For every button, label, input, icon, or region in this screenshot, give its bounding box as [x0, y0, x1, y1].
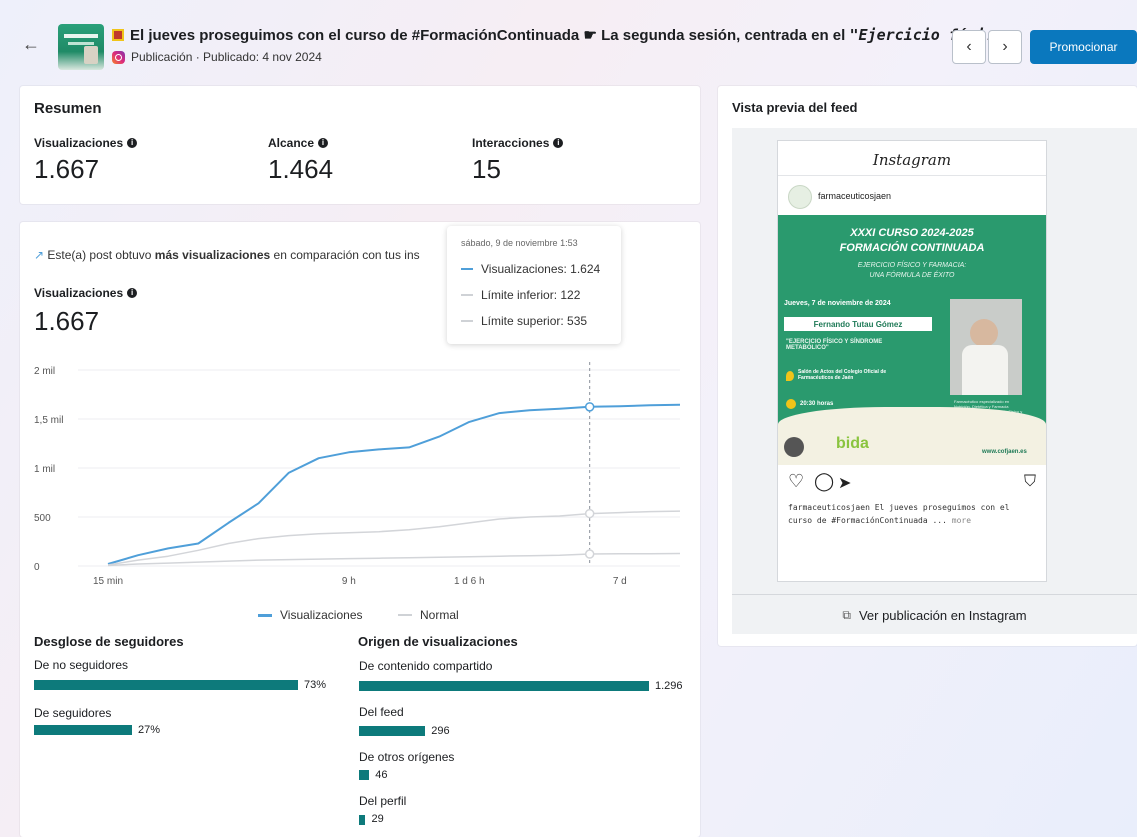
origin-value: 29	[371, 813, 384, 825]
origin-bar	[359, 770, 370, 780]
y-tick-label: 1 mil	[34, 464, 55, 475]
location-pin-icon	[786, 371, 794, 381]
origin-value: 46	[375, 769, 388, 781]
chart-tooltip: sábado, 9 de noviembre 1:53 Visualizacio…	[447, 226, 621, 344]
y-tick-label: 1,5 mil	[34, 415, 63, 426]
origin-label: De contenido compartido	[359, 659, 493, 673]
caption-account[interactable]: farmaceuticosjaen	[788, 503, 870, 512]
followers-value: 73%	[304, 679, 327, 691]
followers-bar	[34, 680, 298, 690]
followers-label: De seguidores	[34, 706, 112, 720]
preview-title: Vista previa del feed	[732, 100, 858, 115]
poster-date: Jueves, 7 de noviembre de 2024	[784, 300, 891, 307]
poster-title2: FORMACIÓN CONTINUADA	[839, 242, 985, 254]
tooltip-date: sábado, 9 de noviembre 1:53	[461, 238, 578, 248]
x-tick-label: 7 d	[613, 576, 627, 587]
poster-subtitle1: EJERCICIO FÍSICO Y FARMACIA:	[857, 262, 967, 269]
poster-speaker: Fernando Tutau Gómez	[784, 317, 932, 331]
hover-point-0	[584, 402, 595, 412]
external-link-icon: ⧉	[842, 607, 851, 622]
y-tick-label: 0	[34, 562, 40, 573]
poster-sponsor: bida	[836, 435, 869, 452]
followers-label: De no seguidores	[34, 658, 129, 672]
x-tick-label: 9 h	[342, 576, 356, 587]
legend-normal[interactable]: Normal	[398, 608, 459, 622]
tooltip-row-lower: Límite inferior: 122	[461, 288, 580, 302]
account-name[interactable]: farmaceuticosjaen	[818, 191, 891, 201]
caption-more-link[interactable]: more	[952, 516, 971, 525]
post-image: XXXI CURSO 2024-2025 FORMACIÓN CONTINUAD…	[778, 215, 1046, 465]
origin-label: Del feed	[359, 705, 404, 719]
poster-topic: "EJERCICIO FÍSICO Y SÍNDROME METABÓLICO"	[786, 339, 883, 351]
share-icon[interactable]: ➤	[838, 473, 851, 493]
hover-point-1	[584, 508, 595, 519]
legend-views-label: Visualizaciones	[280, 608, 363, 622]
x-tick-label: 1 d 6 h	[454, 576, 485, 587]
college-logo	[784, 437, 804, 457]
comment-icon[interactable]: ◯	[814, 471, 834, 492]
instagram-logo: Instagram	[872, 151, 952, 169]
view-link-label: Ver publicación en Instagram	[858, 607, 1027, 623]
origin-bar	[359, 815, 366, 825]
instagram-post-preview: Instagram farmaceuticosjaen XXXI CURSO 2…	[777, 140, 1047, 582]
followers-bar	[34, 725, 132, 735]
tooltip-upper: Límite superior: 535	[481, 314, 588, 328]
like-icon[interactable]: ♡	[788, 471, 804, 492]
poster-venue: Salón de Actos del Colegio Oficial de Fa…	[798, 369, 887, 381]
origin-bar	[359, 726, 426, 736]
legend-normal-label: Normal	[420, 608, 459, 622]
poster-subtitle2: UNA FÓRMULA DE ÉXITO	[869, 272, 955, 279]
tooltip-row-views: Visualizaciones: 1.624	[461, 262, 600, 276]
tooltip-row-upper: Límite superior: 535	[461, 314, 587, 328]
origin-label: Del perfil	[359, 794, 407, 808]
origins-title: Origen de visualizaciones	[358, 634, 518, 649]
bookmark-icon[interactable]: ⛉	[1024, 473, 1036, 491]
hover-point-2	[584, 549, 595, 559]
series-line-0	[107, 403, 681, 565]
origin-value: 296	[431, 725, 450, 737]
origin-value: 1.296	[655, 680, 683, 692]
legend-views[interactable]: Visualizaciones	[258, 608, 363, 622]
poster-url: www.cofjaen.es	[982, 449, 1027, 455]
origin-label: De otros orígenes	[359, 750, 455, 764]
tooltip-lower: Límite inferior: 122	[481, 288, 581, 302]
followers-value: 27%	[138, 724, 161, 736]
x-tick-label: 15 min	[93, 576, 123, 587]
y-tick-label: 500	[34, 513, 51, 524]
post-caption: farmaceuticosjaen El jueves proseguimos …	[788, 501, 1038, 527]
poster-title1: XXXI CURSO 2024-2025	[850, 227, 974, 239]
account-avatar[interactable]	[788, 185, 812, 209]
view-on-instagram-link[interactable]: ⧉ Ver publicación en Instagram	[732, 594, 1137, 635]
poster-time: 20:30 horas	[800, 401, 834, 407]
origin-bar	[359, 681, 649, 691]
tooltip-views: Visualizaciones: 1.624	[481, 262, 601, 276]
series-line-1	[107, 510, 681, 566]
followers-title: Desglose de seguidores	[34, 634, 184, 649]
clock-icon	[786, 399, 796, 409]
y-tick-label: 2 mil	[34, 366, 55, 377]
speaker-photo	[950, 299, 1022, 395]
